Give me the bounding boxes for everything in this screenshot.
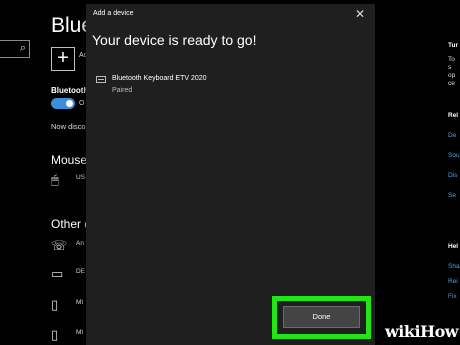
- other-device-icon: ▯: [51, 297, 59, 312]
- keyboard-icon: [96, 76, 106, 83]
- related-link[interactable]: Sha: [448, 263, 460, 270]
- other-device-icon: ▭: [51, 266, 64, 281]
- dialog-titlebar: Add a device ✕: [86, 4, 375, 24]
- device-name: Bluetooth Keyboard ETV 2020: [112, 75, 207, 82]
- paired-device-item[interactable]: Bluetooth Keyboard ETV 2020 Paired: [96, 75, 296, 99]
- toggle-state-label: O: [79, 100, 85, 107]
- dialog-title: Add a device: [93, 10, 134, 17]
- bluetooth-label: Bluetooth: [51, 86, 89, 95]
- mouse-heading: Mouse,: [51, 153, 91, 167]
- discoverable-text: Now disco: [51, 122, 86, 131]
- dialog-heading: Your device is ready to go!: [92, 32, 257, 48]
- mouse-device-label[interactable]: US: [76, 174, 85, 181]
- device-status: Paired: [112, 87, 133, 94]
- wikihow-watermark: wikiHow: [385, 322, 459, 341]
- mouse-icon: 🖱: [51, 172, 59, 187]
- side-panel-text: Rel: [448, 112, 459, 119]
- watermark-how: How: [420, 322, 459, 341]
- done-button[interactable]: Done: [283, 306, 360, 328]
- related-link[interactable]: De: [448, 132, 456, 139]
- side-panel-text: s: [448, 64, 452, 71]
- side-panel-text: op: [448, 72, 456, 79]
- add-device-button[interactable]: +: [51, 47, 75, 71]
- search-icon: ⌕: [19, 42, 26, 54]
- other-device-icon: ☏: [51, 238, 68, 253]
- other-device-label[interactable]: DE: [76, 268, 85, 275]
- side-panel-text: Hel: [448, 243, 459, 250]
- side-panel-text: Tur: [448, 42, 458, 49]
- close-button[interactable]: ✕: [353, 7, 367, 21]
- other-device-icon: ▯: [51, 327, 59, 342]
- related-link[interactable]: Rei: [448, 278, 458, 285]
- related-link[interactable]: Fix: [448, 293, 457, 300]
- side-panel-text: ce: [448, 80, 455, 87]
- side-panel-text: To: [448, 56, 455, 63]
- related-link[interactable]: Dis: [448, 172, 457, 179]
- other-device-label[interactable]: MI: [76, 299, 83, 306]
- toggle-knob: [66, 100, 73, 107]
- related-link[interactable]: Sou: [448, 152, 460, 159]
- related-link[interactable]: Se: [448, 192, 456, 199]
- watermark-wiki: wiki: [385, 322, 421, 341]
- add-device-dialog: Add a device ✕ Your device is ready to g…: [86, 4, 375, 345]
- search-input[interactable]: ⌕: [0, 40, 30, 58]
- bluetooth-toggle[interactable]: [51, 98, 75, 109]
- other-device-label[interactable]: An: [76, 240, 84, 247]
- other-device-label[interactable]: MI: [76, 329, 83, 336]
